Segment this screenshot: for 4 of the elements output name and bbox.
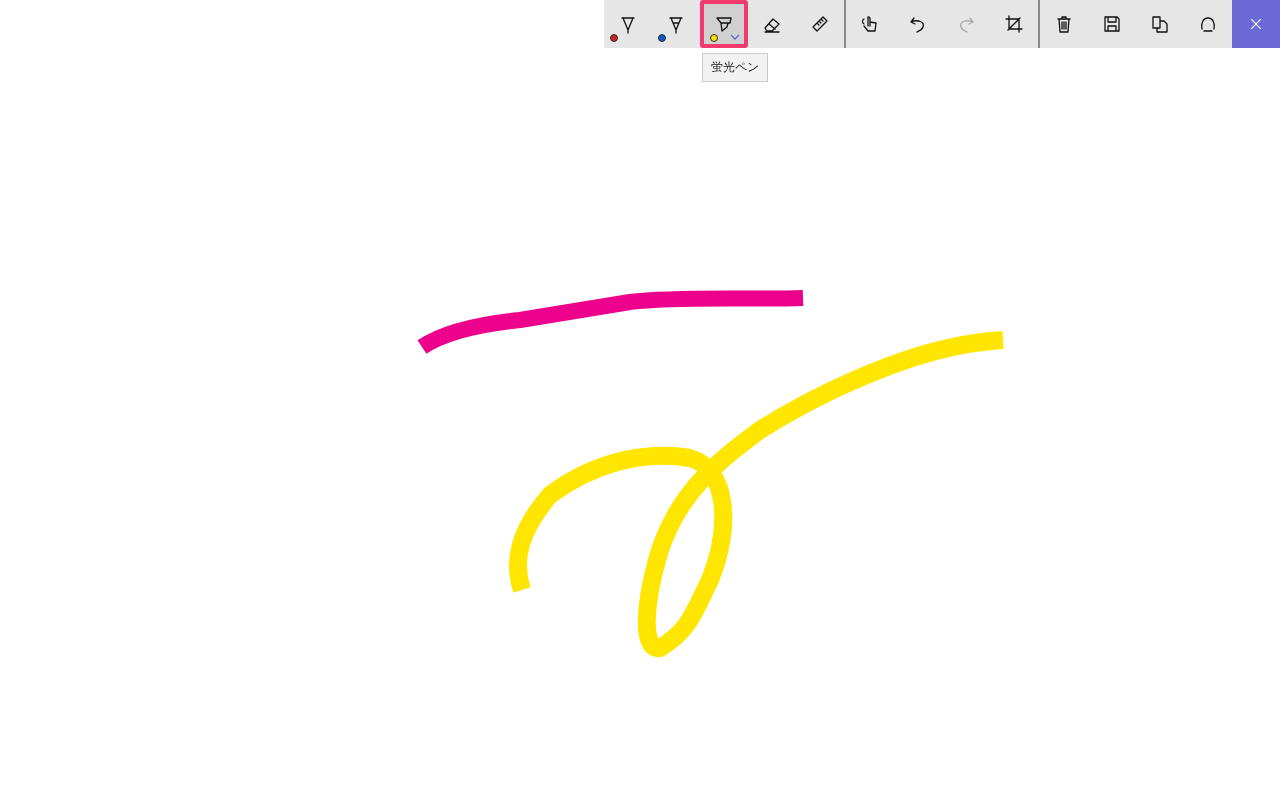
- close-icon: [1248, 16, 1264, 32]
- caret-icon: [730, 34, 740, 40]
- tooltip: 蛍光ペン: [702, 53, 768, 82]
- highlighter-button[interactable]: [700, 0, 748, 48]
